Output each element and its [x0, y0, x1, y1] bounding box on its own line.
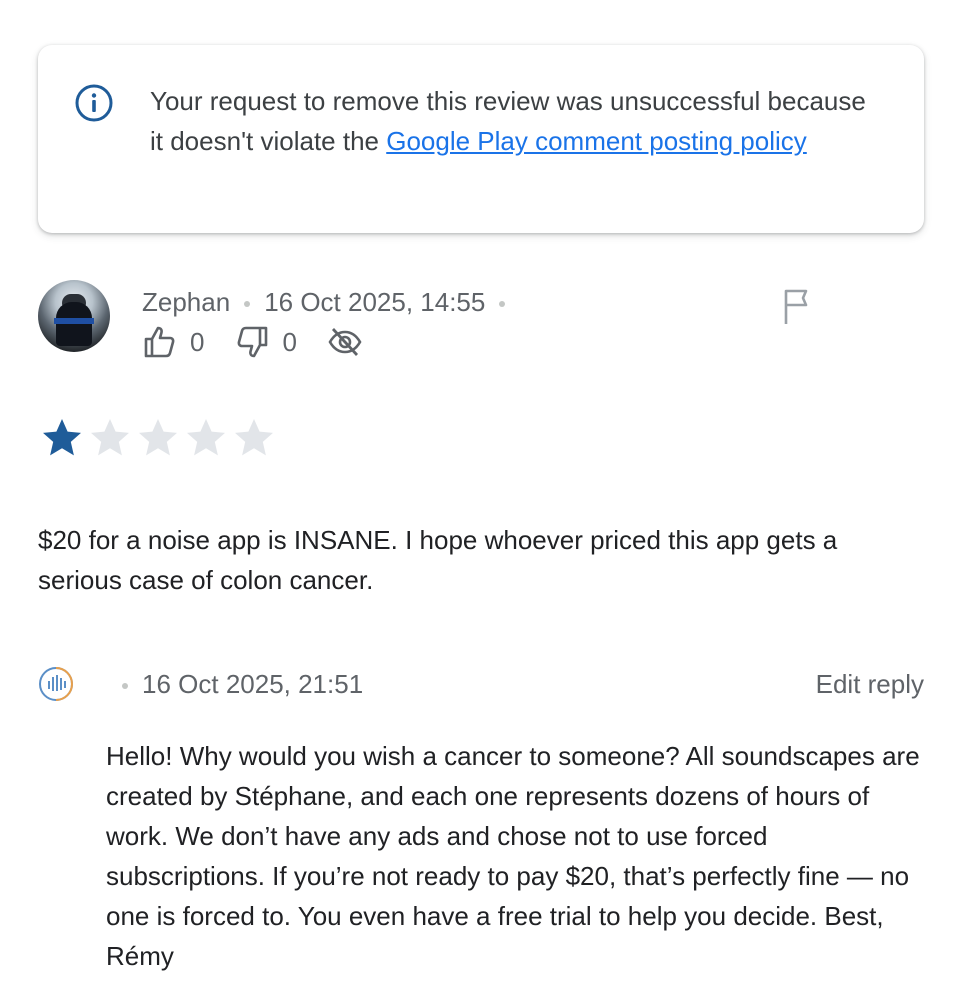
thumbs-down-icon — [238, 326, 268, 358]
info-icon — [75, 84, 113, 122]
thumbs-down-button[interactable]: 0 — [234, 324, 297, 360]
thumbs-up-count: 0 — [190, 326, 205, 357]
star-rating — [40, 416, 280, 460]
review-header: Zephan 16 Oct 2025, 14:55 0 0 — [38, 280, 924, 360]
reply-text: Hello! Why would you wish a cancer to so… — [106, 741, 920, 971]
reply-header: 16 Oct 2025, 21:51 Edit reply — [38, 664, 924, 704]
star-empty-icon — [235, 419, 273, 456]
star-empty-icon — [91, 419, 129, 456]
policy-link[interactable]: Google Play comment posting policy — [386, 126, 807, 156]
star-filled-icon — [43, 419, 81, 456]
review-date: 16 Oct 2025, 14:55 — [264, 287, 486, 317]
avatar — [38, 280, 110, 352]
edit-reply-button[interactable]: Edit reply — [816, 666, 924, 702]
hide-review-button[interactable] — [327, 324, 363, 360]
thumbs-down-count: 0 — [282, 326, 297, 357]
reply-date: 16 Oct 2025, 21:51 — [142, 669, 364, 699]
review-actions: 0 0 — [142, 324, 393, 360]
star-empty-icon — [187, 419, 225, 456]
thumbs-up-icon — [144, 326, 175, 358]
review-text: $20 for a noise app is INSANE. I hope wh… — [38, 525, 838, 595]
removal-notice-card: Your request to remove this review was u… — [38, 45, 924, 233]
app-logo-icon — [39, 667, 73, 701]
star-empty-icon — [139, 419, 177, 456]
author-name: Zephan — [142, 287, 231, 317]
thumbs-up-button[interactable]: 0 — [142, 324, 204, 360]
flag-icon[interactable] — [778, 286, 818, 326]
notice-message: Your request to remove this review was u… — [150, 86, 866, 156]
review-meta: Zephan 16 Oct 2025, 14:55 — [142, 284, 519, 320]
hidden-eye-icon — [328, 328, 362, 356]
reply-meta: 16 Oct 2025, 21:51 — [122, 666, 363, 702]
